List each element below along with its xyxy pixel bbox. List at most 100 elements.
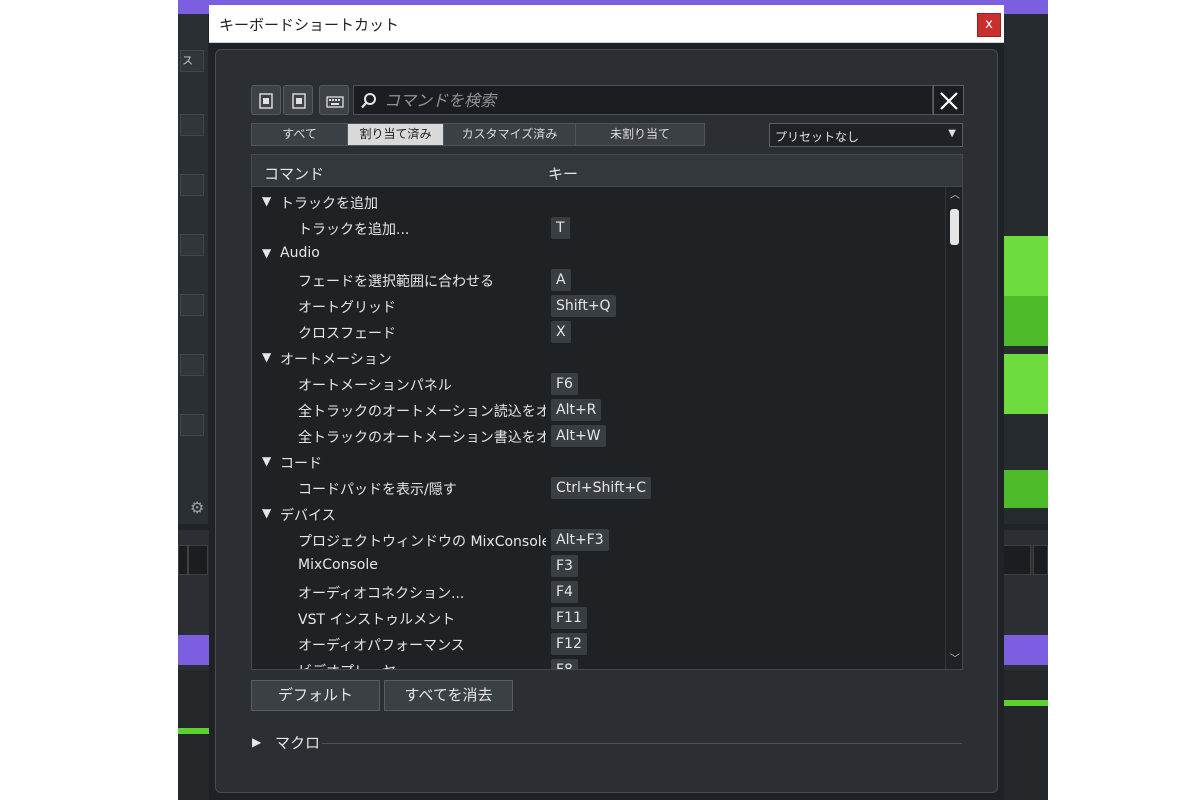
keyboard-shortcuts-dialog: キーボードショートカット x コマンドを検索 すべて 割り当て済み カスタマイズ… <box>209 5 1004 800</box>
list-item[interactable]: トラックを追加... T <box>252 215 942 241</box>
column-command[interactable]: コマンド <box>264 163 324 184</box>
command-label: プロジェクトウィンドウの MixConsole <box>298 534 546 550</box>
clear-all-button[interactable]: すべてを消去 <box>384 680 513 711</box>
key-badge: Ctrl+Shift+C <box>551 477 651 499</box>
key-badge: F12 <box>551 633 587 655</box>
command-label: クロスフェード <box>298 326 396 342</box>
default-button[interactable]: デフォルト <box>251 680 380 711</box>
key-badge: F4 <box>551 581 578 603</box>
key-badge: Alt+F3 <box>551 529 609 551</box>
grid-lines <box>1003 60 1048 240</box>
export-button[interactable] <box>251 85 281 115</box>
key-badge: Alt+R <box>551 399 602 421</box>
keyboard-icon <box>326 96 344 108</box>
scrollbar[interactable]: ︿ ﹀ <box>945 187 962 669</box>
filter-tabs: すべて 割り当て済み カスタマイズ済み 未割り当て <box>251 123 705 146</box>
category-row[interactable]: ▼ デバイス <box>252 501 942 527</box>
expand-arrow-icon[interactable]: ▼ <box>262 350 271 364</box>
list-item[interactable]: VST インストゥルメント F11 <box>252 605 942 631</box>
search-input[interactable] <box>384 89 924 111</box>
audio-event[interactable] <box>1004 296 1048 346</box>
chevron-down-icon: ▼ <box>948 128 956 139</box>
command-label: オートグリッド <box>298 300 396 316</box>
command-label: ビデオプレーヤー <box>298 661 410 669</box>
tab-all[interactable]: すべて <box>252 124 348 145</box>
import-icon <box>292 93 306 109</box>
preset-value: プリセットなし <box>775 130 860 144</box>
column-key[interactable]: キー <box>548 163 578 184</box>
scrollbar-thumb[interactable] <box>950 209 959 245</box>
list-item[interactable]: プロジェクトウィンドウの MixConsole Alt+F3 <box>252 527 942 553</box>
key-badge: F6 <box>551 373 578 395</box>
list-item[interactable]: フェードを選択範囲に合わせる A <box>252 267 942 293</box>
list-item[interactable]: コードパッドを表示/隠す Ctrl+Shift+C <box>252 475 942 501</box>
meter-line <box>178 728 210 734</box>
command-label: トラックを追加... <box>298 222 410 238</box>
close-icon <box>940 92 958 110</box>
tool-button[interactable] <box>1003 545 1031 575</box>
tool-button[interactable] <box>188 545 208 575</box>
key-badge: T <box>551 217 570 239</box>
clear-search-button[interactable] <box>933 85 964 115</box>
expand-arrow-icon[interactable]: ▶ <box>252 735 261 749</box>
list-item[interactable]: オートグリッド Shift+Q <box>252 293 942 319</box>
expand-arrow-icon[interactable]: ▼ <box>262 246 271 260</box>
close-button[interactable]: x <box>977 13 1001 37</box>
list-header: コマンド キー <box>251 154 963 186</box>
key-badge: Shift+Q <box>551 295 616 317</box>
audio-event[interactable] <box>1004 236 1048 296</box>
gear-icon[interactable]: ⚙ <box>190 498 204 517</box>
import-button[interactable] <box>283 85 313 115</box>
list-item[interactable]: クロスフェード X <box>252 319 942 345</box>
preset-select[interactable]: プリセットなし ▼ <box>769 123 963 147</box>
key-badge: A <box>551 269 571 291</box>
expand-arrow-icon[interactable]: ▼ <box>262 194 271 208</box>
category-row[interactable]: ▼ コード <box>252 449 942 475</box>
category-row[interactable]: ▼ オートメーション <box>252 345 942 371</box>
export-icon <box>259 93 273 109</box>
search-icon <box>361 93 376 109</box>
category-row[interactable]: ▼ Audio <box>252 241 942 267</box>
dialog-panel: すべて 割り当て済み カスタマイズ済み 未割り当て プリセットなし ▼ コマンド… <box>215 49 998 793</box>
dialog-title: キーボードショートカット <box>219 16 400 34</box>
command-label: コードパッドを表示/隠す <box>298 482 457 498</box>
keyboard-button[interactable] <box>319 85 349 115</box>
key-badge: F11 <box>551 607 587 629</box>
left-toolbar <box>178 14 208 524</box>
category-label: デバイス <box>280 508 336 524</box>
search-box[interactable] <box>353 85 933 115</box>
audio-event[interactable] <box>1004 470 1048 508</box>
divider <box>322 743 962 744</box>
command-label: オートメーションパネル <box>298 378 452 394</box>
category-row[interactable]: ▼ トラックを追加 <box>252 189 942 215</box>
expand-arrow-icon[interactable]: ▼ <box>262 506 271 520</box>
command-label: 全トラックのオートメーション読込をオン/. <box>298 404 546 420</box>
audio-event[interactable] <box>1004 354 1048 414</box>
key-badge: F3 <box>551 555 578 577</box>
screen: ス ⚙ キーボードショートカット x コマンドを検索 すべて 割り当て済み カス… <box>0 0 1200 800</box>
title-bar: キーボードショートカット x <box>209 5 1004 43</box>
list-item[interactable]: オートメーションパネル F6 <box>252 371 942 397</box>
list-item[interactable]: オーディオパフォーマンス F12 <box>252 631 942 657</box>
left-panel-label: ス <box>182 54 193 67</box>
expand-arrow-icon[interactable]: ▼ <box>262 454 271 468</box>
list-item[interactable]: ビデオプレーヤー F8 <box>252 657 942 669</box>
tool-button[interactable] <box>1033 545 1048 575</box>
scroll-up-icon[interactable]: ︿ <box>947 189 962 203</box>
scroll-down-icon[interactable]: ﹀ <box>947 653 962 667</box>
category-label: トラックを追加 <box>280 196 378 212</box>
command-label: オーディオパフォーマンス <box>298 638 465 654</box>
tool-button[interactable] <box>178 545 188 575</box>
macro-section[interactable]: ▶ マクロ <box>252 732 964 754</box>
meter-line <box>1004 700 1048 706</box>
command-list: ▼ トラックを追加 トラックを追加... T ▼ Audio フェードを選択範囲… <box>251 186 963 670</box>
tab-unassigned[interactable]: 未割り当て <box>576 124 704 145</box>
list-item[interactable]: 全トラックのオートメーション読込をオン/. Alt+R <box>252 397 942 423</box>
tab-assigned[interactable]: 割り当て済み <box>348 124 444 145</box>
list-item[interactable]: オーディオコネクション... F4 <box>252 579 942 605</box>
category-label: コード <box>280 456 322 472</box>
tab-customized[interactable]: カスタマイズ済み <box>444 124 576 145</box>
list-item[interactable]: 全トラックのオートメーション書込をオン/. Alt+W <box>252 423 942 449</box>
list-item[interactable]: MixConsole F3 <box>252 553 942 579</box>
key-badge: Alt+W <box>551 425 606 447</box>
